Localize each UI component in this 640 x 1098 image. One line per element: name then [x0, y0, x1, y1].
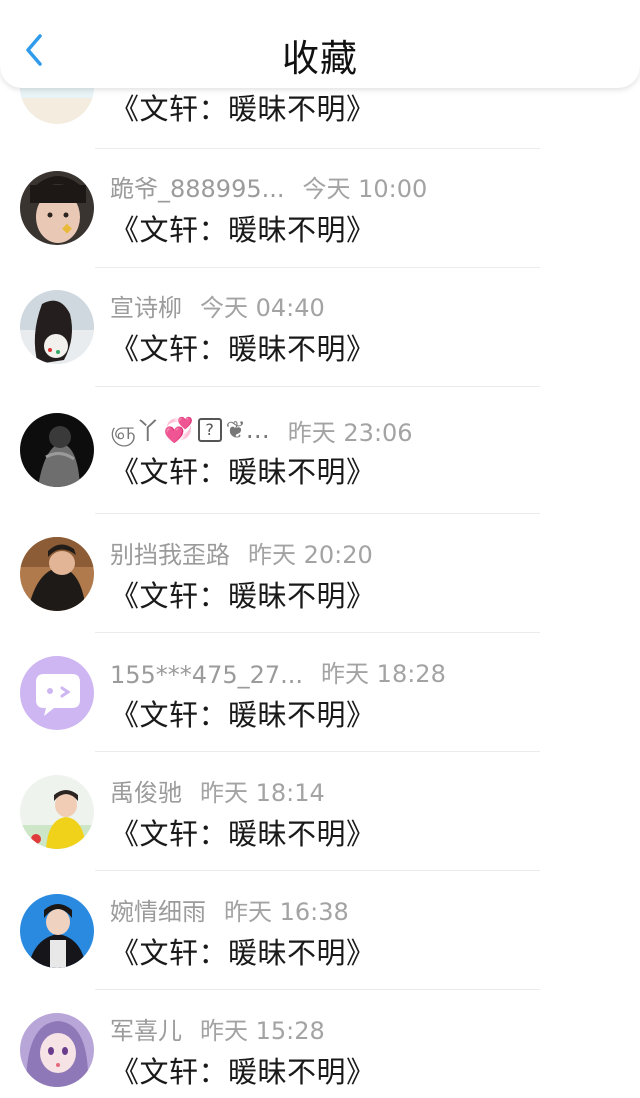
- user-name[interactable]: 跪爷_888995...: [110, 169, 285, 204]
- item-meta: 婉情细雨 昨天 16:38: [110, 892, 349, 927]
- list-item[interactable]: 宣诗柳 今天 04:40 《文轩：暖昧不明》: [0, 290, 640, 409]
- avatar[interactable]: [20, 775, 94, 849]
- hearts-icon: 💞: [163, 415, 194, 444]
- avatar[interactable]: [20, 171, 94, 245]
- user-name[interactable]: 婉情细雨: [110, 892, 206, 927]
- list-item[interactable]: 155***475_27... 昨天 18:28 《文轩：暖昧不明》: [0, 656, 640, 775]
- timestamp: 昨天 20:20: [248, 541, 373, 569]
- user-name[interactable]: 军喜儿: [110, 1011, 182, 1046]
- item-meta: 跪爷_888995... 今天 10:00: [110, 169, 427, 204]
- top-bar: 收藏: [0, 0, 640, 88]
- favorites-list: 《文轩：暖昧不明》 跪爷_888995... 今天 10:00 《文轩：暖昧不明》: [0, 0, 640, 1098]
- avatar[interactable]: [20, 413, 94, 487]
- avatar[interactable]: [20, 537, 94, 611]
- item-meta: 禹俊驰 昨天 18:14: [110, 773, 325, 808]
- divider: [95, 386, 540, 387]
- name-text: ஞ丫: [110, 417, 160, 445]
- unknown-glyph-icon: ?: [197, 417, 222, 442]
- list-item[interactable]: 军喜儿 昨天 15:28 《文轩：暖昧不明》: [0, 1013, 640, 1098]
- name-text: ❦…: [225, 415, 270, 444]
- list-item[interactable]: 跪爷_888995... 今天 10:00 《文轩：暖昧不明》: [0, 171, 640, 290]
- avatar[interactable]: [20, 894, 94, 968]
- user-name[interactable]: 宣诗柳: [110, 288, 182, 323]
- item-meta: 宣诗柳 今天 04:40: [110, 288, 325, 323]
- list-item[interactable]: 婉情细雨 昨天 16:38 《文轩：暖昧不明》: [0, 894, 640, 1013]
- user-name[interactable]: 155***475_27...: [110, 661, 303, 689]
- divider: [95, 148, 540, 149]
- timestamp: 昨天 18:14: [200, 779, 325, 807]
- list-item[interactable]: 别挡我歪路 昨天 20:20 《文轩：暖昧不明》: [0, 537, 640, 656]
- item-meta: 155***475_27... 昨天 18:28: [110, 654, 446, 689]
- divider: [95, 267, 540, 268]
- list-item[interactable]: 禹俊驰 昨天 18:14 《文轩：暖昧不明》: [0, 775, 640, 894]
- user-name[interactable]: ஞ丫 💞? ❦…: [110, 411, 270, 448]
- timestamp: 昨天 23:06: [287, 419, 413, 447]
- avatar[interactable]: [20, 656, 94, 730]
- message-text: 《文轩：暖昧不明》: [110, 1055, 376, 1089]
- message-text: 《文轩：暖昧不明》: [110, 579, 376, 613]
- message-text: 《文轩：暖昧不明》: [110, 213, 376, 247]
- message-text: 《文轩：暖昧不明》: [110, 92, 376, 126]
- item-meta: ஞ丫 💞? ❦… 昨天 23:06: [110, 411, 413, 448]
- timestamp: 昨天 15:28: [200, 1017, 325, 1045]
- user-name[interactable]: 禹俊驰: [110, 773, 182, 808]
- message-text: 《文轩：暖昧不明》: [110, 817, 376, 851]
- message-text: 《文轩：暖昧不明》: [110, 936, 376, 970]
- divider: [95, 513, 540, 514]
- avatar[interactable]: [20, 290, 94, 364]
- timestamp: 昨天 18:28: [321, 660, 446, 688]
- timestamp: 今天 10:00: [302, 175, 428, 203]
- timestamp: 今天 04:40: [200, 294, 325, 322]
- avatar[interactable]: [20, 1013, 94, 1087]
- timestamp: 昨天 16:38: [224, 898, 349, 926]
- user-name[interactable]: 别挡我歪路: [110, 535, 230, 570]
- message-text: 《文轩：暖昧不明》: [110, 332, 376, 366]
- divider: [95, 989, 540, 990]
- divider: [95, 632, 540, 633]
- list-item[interactable]: ஞ丫 💞? ❦… 昨天 23:06 《文轩：暖昧不明》: [0, 413, 640, 532]
- page-title: 收藏: [282, 37, 358, 80]
- divider: [95, 870, 540, 871]
- item-meta: 军喜儿 昨天 15:28: [110, 1011, 325, 1046]
- message-text: 《文轩：暖昧不明》: [110, 698, 376, 732]
- divider: [95, 751, 540, 752]
- item-meta: 别挡我歪路 昨天 20:20: [110, 535, 373, 570]
- message-text: 《文轩：暖昧不明》: [110, 455, 376, 489]
